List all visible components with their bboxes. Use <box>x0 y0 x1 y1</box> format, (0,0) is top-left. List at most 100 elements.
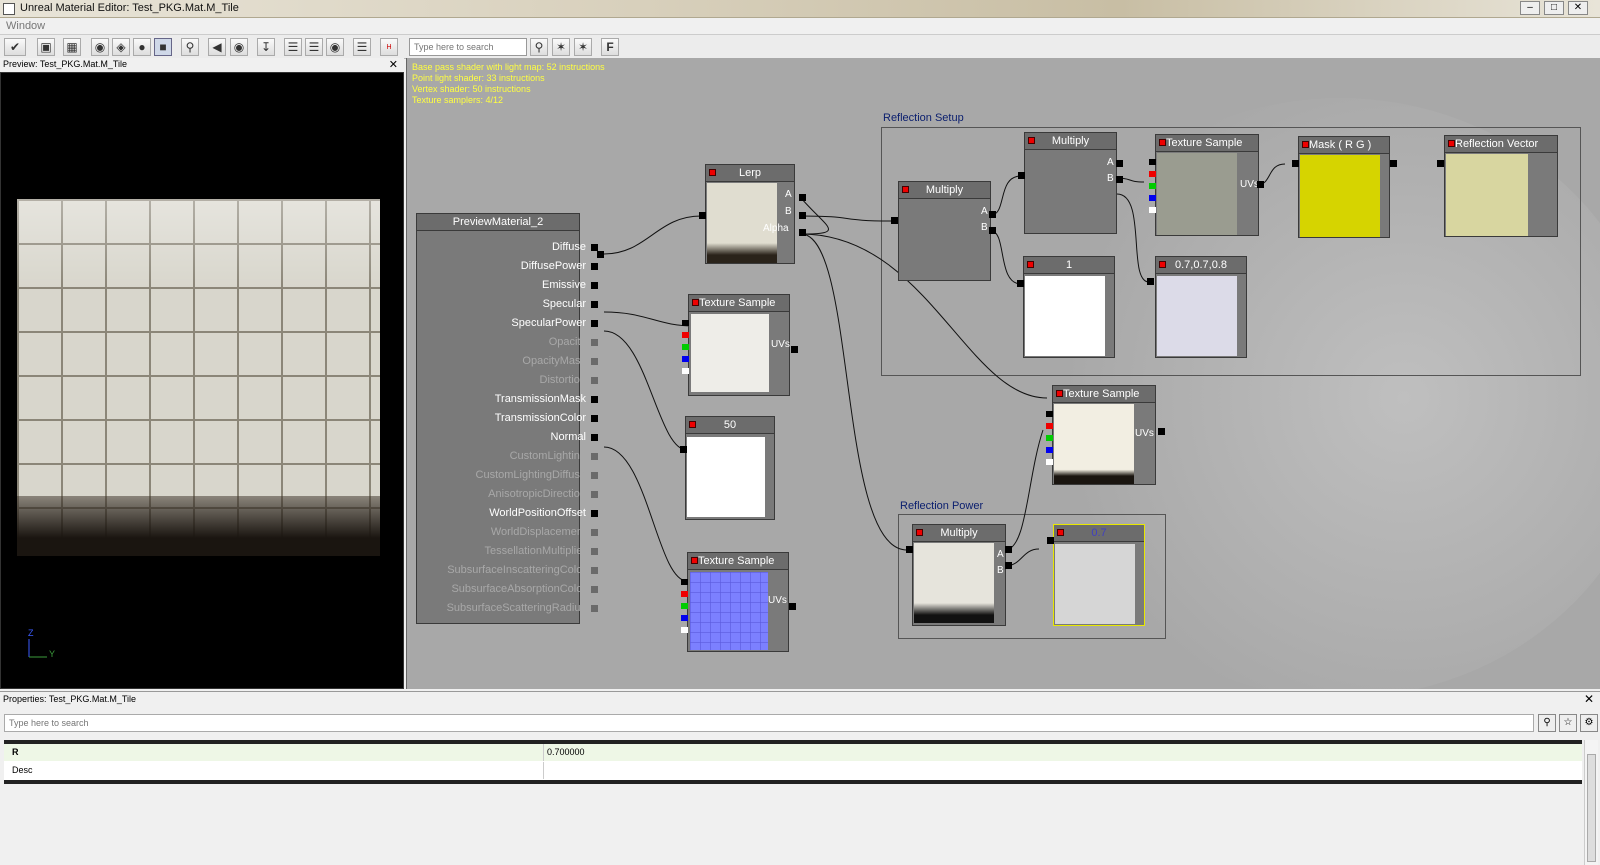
pin[interactable] <box>699 212 706 219</box>
channel-pin[interactable] <box>1046 459 1053 465</box>
properties-search-input[interactable] <box>4 714 1534 732</box>
pin[interactable] <box>1116 176 1123 183</box>
options-icon[interactable]: ⚙ <box>1580 714 1598 732</box>
input-subsurface-scattering-radius[interactable]: SubsurfaceScatteringRadius <box>428 599 598 618</box>
texture-sample-normal-node[interactable]: Texture Sample UVs <box>687 552 789 652</box>
home-view-icon[interactable]: ▣ <box>37 38 55 56</box>
close-icon[interactable]: ✕ <box>1584 692 1594 706</box>
input-opacity-mask[interactable]: OpacityMask <box>428 352 598 371</box>
f-icon[interactable]: F <box>601 38 619 56</box>
input-subsurface-absorption-color[interactable]: SubsurfaceAbsorptionColor <box>428 580 598 599</box>
channel-pin[interactable] <box>1149 207 1156 213</box>
channel-pin[interactable] <box>1046 423 1053 429</box>
pin[interactable] <box>789 603 796 610</box>
constant-07-node[interactable]: 0.7 <box>1053 524 1145 626</box>
channel-pin[interactable] <box>682 332 689 338</box>
texture-sample-reflection-node[interactable]: Texture Sample UVs <box>1155 134 1259 236</box>
channel-pin[interactable] <box>682 344 689 350</box>
input-transmission-color[interactable]: TransmissionColor <box>428 409 598 428</box>
input-custom-lighting[interactable]: CustomLighting <box>428 447 598 466</box>
input-distortion[interactable]: Distortion <box>428 371 598 390</box>
material-graph-canvas[interactable]: Base pass shader with light map: 52 inst… <box>406 58 1600 689</box>
input-diffuse-power[interactable]: DiffusePower <box>428 257 598 276</box>
pin[interactable] <box>1047 537 1054 544</box>
pin[interactable] <box>1005 562 1012 569</box>
pin[interactable] <box>791 346 798 353</box>
cylinder-icon[interactable]: ◉ <box>91 38 109 56</box>
pin[interactable] <box>799 229 806 236</box>
plane-icon[interactable]: ■ <box>154 38 172 56</box>
search-icon[interactable]: ⚲ <box>530 38 548 56</box>
pin[interactable] <box>1437 160 1444 167</box>
grid-icon[interactable]: ▦ <box>63 38 81 56</box>
property-row[interactable]: R 0.700000 <box>4 744 1582 761</box>
toolbar-search-input[interactable] <box>409 38 527 56</box>
texture-sample-specular-node[interactable]: Texture Sample UVs <box>688 294 790 396</box>
pin[interactable] <box>799 194 806 201</box>
sphere-icon[interactable]: ● <box>133 38 151 56</box>
reflection-vector-node[interactable]: Reflection Vector <box>1444 135 1558 237</box>
input-anisotropic-direction[interactable]: AnisotropicDirection <box>428 485 598 504</box>
pin[interactable] <box>799 212 806 219</box>
flatten-icon[interactable]: ✶ <box>574 38 592 56</box>
channel-pin[interactable] <box>1149 171 1156 177</box>
channel-pin[interactable] <box>681 603 688 609</box>
layout-icon[interactable]: ☰ <box>284 38 302 56</box>
apply-icon[interactable]: ✔ <box>4 38 26 56</box>
input-world-displacement[interactable]: WorldDisplacement <box>428 523 598 542</box>
channel-pin[interactable] <box>682 320 689 326</box>
layout-icon[interactable]: ◉ <box>326 38 344 56</box>
constant-1-node[interactable]: 1 <box>1023 256 1115 358</box>
pin[interactable] <box>1017 280 1024 287</box>
input-normal[interactable]: Normal <box>428 428 598 447</box>
channel-pin[interactable] <box>1046 411 1053 417</box>
pin[interactable] <box>1390 160 1397 167</box>
close-button[interactable]: ✕ <box>1568 1 1588 15</box>
pin[interactable] <box>1292 160 1299 167</box>
scrollbar-thumb[interactable] <box>1587 754 1596 862</box>
constant-vector-node[interactable]: 0.7,0.7,0.8 <box>1155 256 1247 358</box>
channel-pin[interactable] <box>682 368 689 374</box>
clean-icon[interactable]: ✶ <box>552 38 570 56</box>
property-row[interactable]: Desc <box>4 762 1582 779</box>
input-opacity[interactable]: Opacity <box>428 333 598 352</box>
property-value[interactable]: 0.700000 <box>545 744 587 761</box>
input-specular-power[interactable]: SpecularPower <box>428 314 598 333</box>
pin[interactable] <box>891 217 898 224</box>
input-tessellation-multiplier[interactable]: TessellationMultiplier <box>428 542 598 561</box>
pin[interactable] <box>1005 546 1012 553</box>
channel-pin[interactable] <box>1149 159 1156 165</box>
channel-pin[interactable] <box>1149 183 1156 189</box>
realtime-icon[interactable]: ◉ <box>230 38 248 56</box>
cube-icon[interactable]: ◈ <box>112 38 130 56</box>
multiply-power-node[interactable]: Multiply A B <box>912 524 1006 626</box>
input-emissive[interactable]: Emissive <box>428 276 598 295</box>
input-transmission-mask[interactable]: TransmissionMask <box>428 390 598 409</box>
toggle-icon[interactable]: ↧ <box>257 38 275 56</box>
channel-pin[interactable] <box>681 627 688 633</box>
layout-icon[interactable]: ☰ <box>305 38 323 56</box>
pin[interactable] <box>1257 181 1264 188</box>
input-custom-lighting-diffuse[interactable]: CustomLightingDiffuse <box>428 466 598 485</box>
channel-pin[interactable] <box>681 591 688 597</box>
stats-icon[interactable]: ☰ <box>353 38 371 56</box>
pin[interactable] <box>906 546 913 553</box>
pin[interactable] <box>1116 160 1123 167</box>
pin[interactable] <box>989 211 996 218</box>
multiply-top-node[interactable]: Multiply A B <box>1024 132 1117 234</box>
magnifier-icon[interactable]: ⚲ <box>181 38 199 56</box>
channel-pin[interactable] <box>1046 435 1053 441</box>
channel-pin[interactable] <box>682 356 689 362</box>
preview-viewport[interactable]: Z Y <box>0 72 404 689</box>
menu-window[interactable]: Window <box>6 20 45 32</box>
input-specular[interactable]: Specular <box>428 295 598 314</box>
channel-pin[interactable] <box>681 615 688 621</box>
mask-rg-node[interactable]: Mask ( R G ) <box>1298 136 1390 238</box>
pin[interactable] <box>1147 278 1154 285</box>
pin[interactable] <box>1158 428 1165 435</box>
multiply-setup-node[interactable]: Multiply A B <box>898 181 991 281</box>
hlsl-icon[interactable]: H <box>380 38 398 56</box>
maximize-button[interactable]: □ <box>1544 1 1564 15</box>
input-world-position-offset[interactable]: WorldPositionOffset <box>428 504 598 523</box>
minimize-button[interactable]: – <box>1520 1 1540 15</box>
